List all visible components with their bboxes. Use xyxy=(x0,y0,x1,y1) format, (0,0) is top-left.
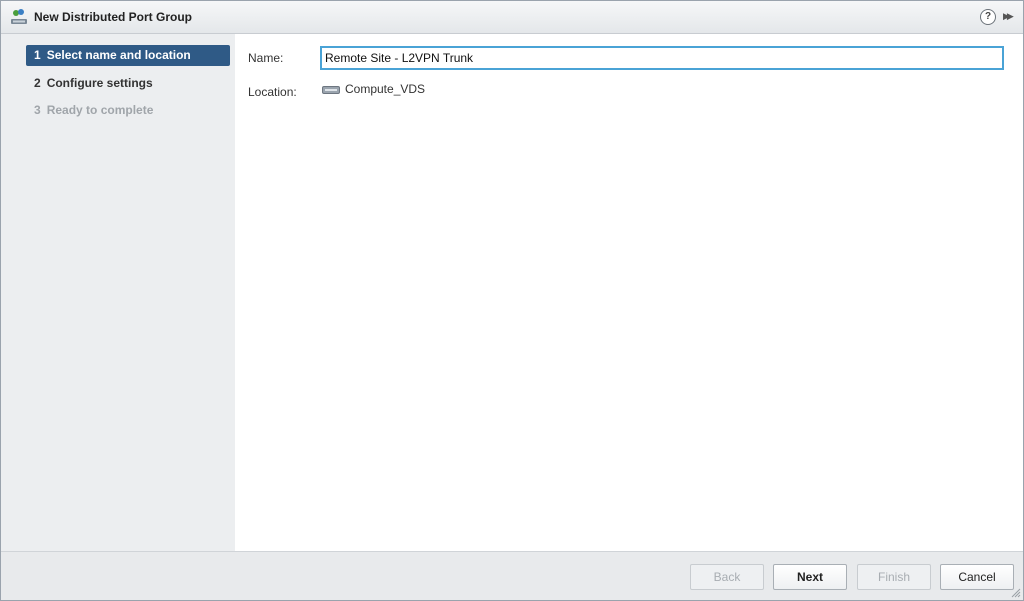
location-value: Compute_VDS xyxy=(345,82,426,96)
vds-switch-icon xyxy=(322,86,340,94)
step-label: Configure settings xyxy=(46,76,153,90)
name-input[interactable] xyxy=(320,46,1004,70)
resize-grip-icon[interactable] xyxy=(1011,588,1021,598)
step-select-name-and-location[interactable]: 1 Select name and location xyxy=(26,45,230,66)
step-ready-to-complete: 3 Ready to complete xyxy=(26,100,230,121)
location-label: Location: xyxy=(248,85,297,99)
step-number: 2 xyxy=(34,76,41,90)
step-number: 1 xyxy=(34,48,41,62)
dialog-title: New Distributed Port Group xyxy=(34,10,193,24)
step-label: Select name and location xyxy=(46,48,191,62)
step-configure-settings[interactable]: 2 Configure settings xyxy=(26,73,230,94)
dialog-footer: Back Next Finish Cancel xyxy=(1,551,1023,600)
next-button[interactable]: Next xyxy=(773,564,847,590)
name-label: Name: xyxy=(248,51,284,65)
step-label: Ready to complete xyxy=(46,103,154,117)
wizard-content: Name: Location: Compute_VDS xyxy=(235,34,1023,552)
cancel-button[interactable]: Cancel xyxy=(940,564,1014,590)
finish-button[interactable]: Finish xyxy=(857,564,931,590)
expand-icon[interactable]: ▶▶ xyxy=(1003,11,1017,23)
step-number: 3 xyxy=(34,103,41,117)
help-icon[interactable]: ? xyxy=(980,9,996,25)
distributed-port-group-icon xyxy=(11,9,27,24)
wizard-steps-sidebar: 1 Select name and location 2 Configure set… xyxy=(1,34,235,552)
back-button[interactable]: Back xyxy=(690,564,764,590)
new-distributed-port-group-dialog: New Distributed Port Group ? ▶▶ 1 Select … xyxy=(0,0,1024,601)
dialog-titlebar: New Distributed Port Group ? ▶▶ xyxy=(1,1,1023,34)
